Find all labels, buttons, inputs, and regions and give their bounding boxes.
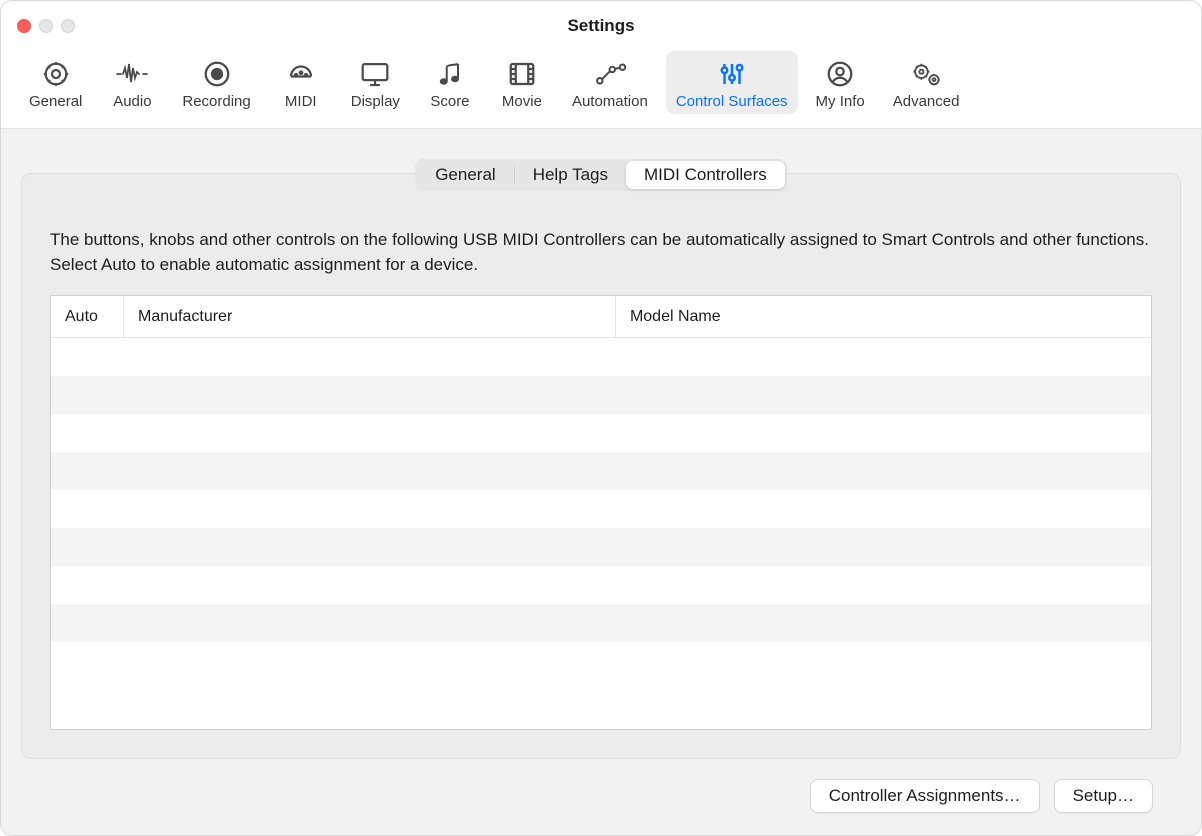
person-circle-icon (825, 57, 855, 91)
tab-display[interactable]: Display (341, 51, 410, 114)
tab-audio[interactable]: Audio (100, 51, 164, 114)
table-row (51, 642, 1151, 680)
automation-icon (593, 57, 627, 91)
table-row (51, 452, 1151, 490)
tab-label: MIDI (285, 93, 317, 110)
window-controls (17, 19, 75, 33)
close-window-button[interactable] (17, 19, 31, 33)
table-header: Auto Manufacturer Model Name (51, 296, 1151, 338)
preferences-body: General Help Tags MIDI Controllers The b… (1, 129, 1201, 835)
tab-label: Recording (182, 93, 250, 110)
midi-controllers-panel: The buttons, knobs and other controls on… (21, 173, 1181, 759)
tab-label: My Info (816, 93, 865, 110)
table-row (51, 604, 1151, 642)
gears-icon (910, 57, 942, 91)
zoom-window-button[interactable] (61, 19, 75, 33)
setup-button[interactable]: Setup… (1054, 779, 1153, 813)
sliders-icon (717, 57, 747, 91)
tab-label: Advanced (893, 93, 960, 110)
column-header-manufacturer[interactable]: Manufacturer (123, 296, 615, 337)
column-header-auto[interactable]: Auto (51, 296, 123, 337)
tab-label: Control Surfaces (676, 93, 788, 110)
tab-general[interactable]: General (19, 51, 92, 114)
table-row (51, 338, 1151, 376)
music-notes-icon (435, 57, 465, 91)
segment-general[interactable]: General (417, 161, 513, 189)
titlebar: Settings (1, 1, 1201, 51)
minimize-window-button[interactable] (39, 19, 53, 33)
tab-automation[interactable]: Automation (562, 51, 658, 114)
controller-assignments-button[interactable]: Controller Assignments… (810, 779, 1040, 813)
settings-window: Settings General Audio (0, 0, 1202, 836)
tab-advanced[interactable]: Advanced (883, 51, 970, 114)
midi-icon (286, 57, 316, 91)
tab-recording[interactable]: Recording (172, 51, 260, 114)
tab-label: Audio (113, 93, 151, 110)
table-row (51, 528, 1151, 566)
record-icon (202, 57, 232, 91)
table-row (51, 566, 1151, 604)
waveform-icon (115, 57, 149, 91)
display-icon (359, 57, 391, 91)
table-row (51, 376, 1151, 414)
tab-label: Automation (572, 93, 648, 110)
tab-label: Display (351, 93, 400, 110)
tab-my-info[interactable]: My Info (806, 51, 875, 114)
panel-description: The buttons, knobs and other controls on… (50, 228, 1152, 277)
tab-control-surfaces[interactable]: Control Surfaces (666, 51, 798, 114)
segmented-control: General Help Tags MIDI Controllers (415, 159, 787, 191)
table-body[interactable] (51, 338, 1151, 729)
tab-movie[interactable]: Movie (490, 51, 554, 114)
controllers-table: Auto Manufacturer Model Name (50, 295, 1152, 730)
column-header-model-name[interactable]: Model Name (615, 296, 1151, 337)
gear-icon (41, 57, 71, 91)
segment-help-tags[interactable]: Help Tags (515, 161, 626, 189)
preferences-toolbar: General Audio Recording (1, 51, 1201, 129)
tab-label: Score (430, 93, 469, 110)
tab-midi[interactable]: MIDI (269, 51, 333, 114)
footer-buttons: Controller Assignments… Setup… (21, 759, 1181, 817)
tab-label: General (29, 93, 82, 110)
segment-midi-controllers[interactable]: MIDI Controllers (626, 161, 785, 189)
tab-label: Movie (502, 93, 542, 110)
table-row (51, 490, 1151, 528)
table-row (51, 414, 1151, 452)
tab-score[interactable]: Score (418, 51, 482, 114)
film-icon (507, 57, 537, 91)
window-title: Settings (1, 16, 1201, 36)
